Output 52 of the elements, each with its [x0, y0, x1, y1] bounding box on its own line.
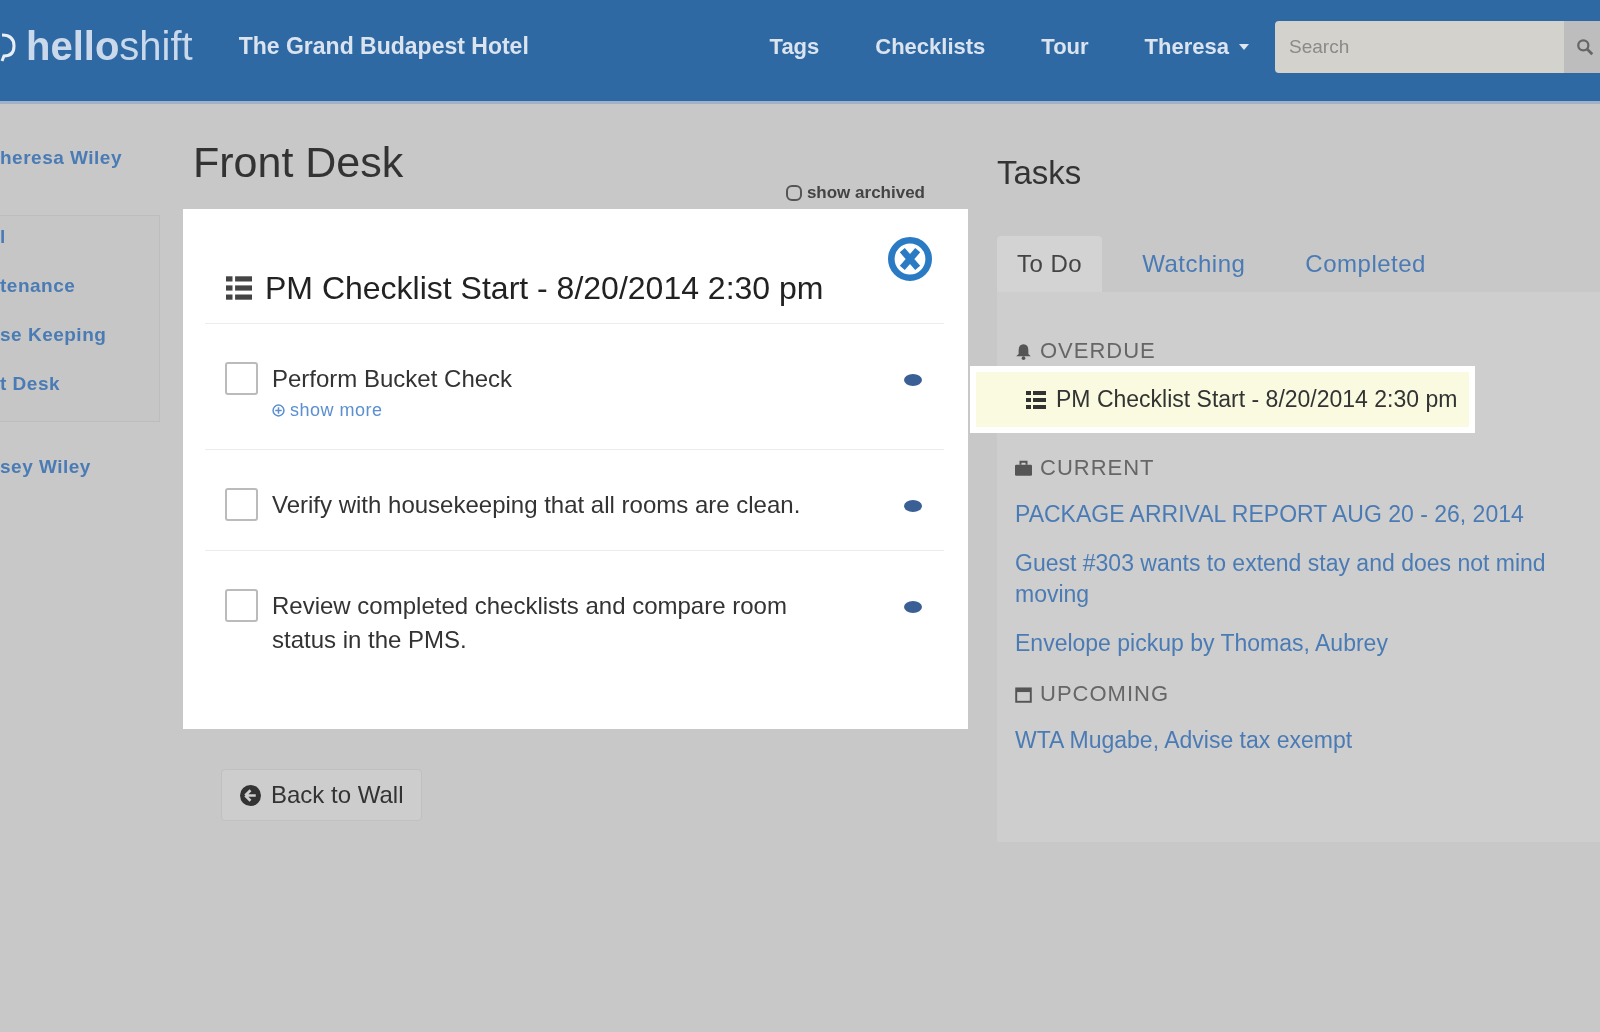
show-more-link[interactable]: show more — [272, 400, 383, 421]
checklist-item-text: Verify with housekeeping that all rooms are clean. — [272, 490, 802, 520]
close-icon — [888, 237, 932, 281]
calendar-icon — [1015, 685, 1032, 703]
nav-link[interactable]: Tour — [1041, 33, 1089, 60]
task-link[interactable]: PACKAGE ARRIVAL REPORT AUG 20 - 26, 2014 — [1015, 499, 1524, 530]
dot-icon[interactable] — [904, 601, 922, 613]
task-link[interactable]: Guest #303 wants to extend stay and does not mind moving — [1015, 548, 1575, 610]
tab[interactable]: To Do — [997, 236, 1103, 292]
section-heading: UPCOMING — [1040, 681, 1169, 707]
caret-icon — [1239, 43, 1249, 50]
nav-link[interactable]: Checklists — [875, 33, 986, 60]
task-link[interactable]: Envelope pickup by Thomas, Aubrey — [1015, 628, 1388, 659]
checklist-icon — [225, 275, 253, 301]
logo: helloshift — [26, 24, 193, 69]
checklist-item-text: Perform Bucket Check — [272, 364, 514, 394]
section-heading: CURRENT — [1040, 455, 1155, 481]
checkbox[interactable] — [225, 488, 258, 521]
user-link[interactable]: sey Wiley — [0, 456, 160, 478]
sidebar-item[interactable]: se Keeping — [0, 324, 159, 346]
checkbox[interactable] — [785, 185, 802, 201]
user-link[interactable]: heresa Wiley — [0, 147, 160, 169]
tasks-title: Tasks — [997, 154, 1083, 192]
briefcase-icon — [1015, 459, 1032, 477]
tab[interactable]: Completed — [1285, 236, 1446, 292]
bell-icon — [1015, 342, 1032, 360]
search-field[interactable]: Search — [1275, 20, 1564, 73]
hotel-name: The Grand Budapest Hotel — [238, 33, 529, 60]
search-button[interactable] — [1564, 20, 1600, 73]
sidebar-item[interactable]: t Desk — [0, 373, 159, 395]
dot-icon[interactable] — [904, 374, 922, 386]
arrow-left-circle-icon — [240, 784, 261, 806]
nav-link[interactable]: Tags — [769, 33, 820, 60]
sidebar-item[interactable]: tenance — [0, 275, 159, 297]
checkbox[interactable] — [225, 362, 258, 395]
dialog-title: PM Checklist Start - 8/20/2014 2:30 pm — [265, 269, 824, 307]
task-link[interactable]: WTA Mugabe, Advise tax exempt — [1015, 725, 1353, 756]
tab[interactable]: Watching — [1122, 236, 1266, 292]
search-icon — [1576, 37, 1594, 56]
checkbox[interactable] — [225, 589, 258, 622]
task-link[interactable]: PM Checklist Start - 8/20/2014 2:30 pm — [970, 366, 1476, 433]
checklist-icon — [1026, 389, 1046, 410]
user-menu[interactable]: Theresa — [1144, 33, 1249, 60]
page-title: Front Desk — [193, 138, 405, 186]
show-archived-toggle[interactable]: show archived — [785, 180, 925, 206]
plus-circle-icon — [272, 404, 285, 417]
close-button[interactable] — [888, 237, 932, 281]
checklist-item-text: Review completed checklists and compare room status in the PMS. — [272, 591, 788, 655]
back-button[interactable]: Back to Wall — [221, 769, 423, 821]
dot-icon[interactable] — [904, 500, 922, 512]
section-heading: OVERDUE — [1040, 338, 1156, 364]
sidebar-item[interactable]: l — [0, 226, 159, 248]
